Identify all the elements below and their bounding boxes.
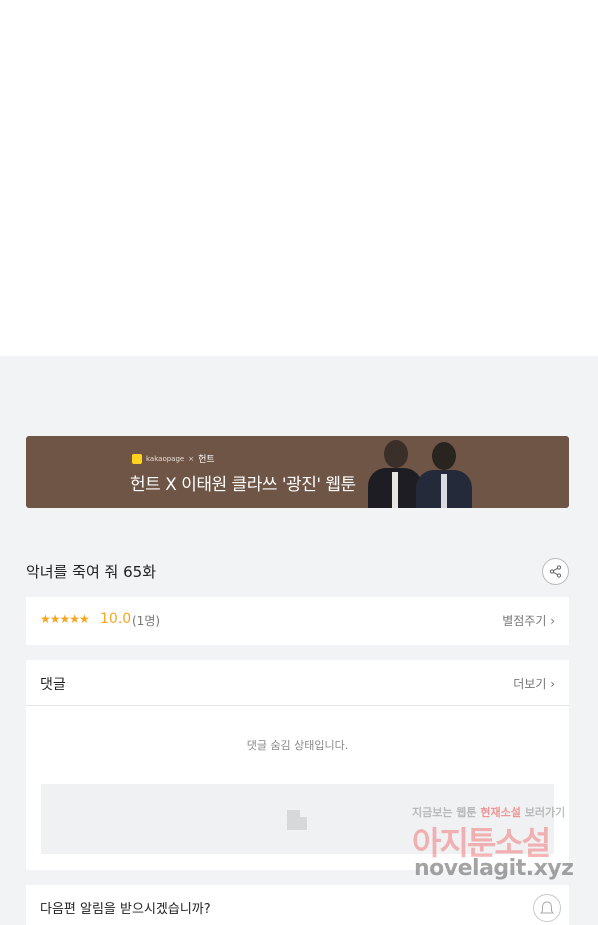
- banner-figures-image: [362, 436, 472, 508]
- comments-more-link[interactable]: 더보기 ›: [513, 675, 555, 692]
- banner-brand-name: kakaopage: [146, 454, 185, 463]
- episode-title: 악녀를 죽여 줘 65화: [26, 563, 156, 581]
- rating-card: ★★★★★ 10.0 (1명) 별점주기 ›: [26, 597, 569, 645]
- banner-brand-separator: ×: [188, 454, 195, 463]
- share-icon: [549, 565, 562, 578]
- image-placeholder-icon: [287, 810, 307, 830]
- comments-title: 댓글: [40, 677, 66, 693]
- alert-bell-button[interactable]: [533, 894, 561, 922]
- banner-brand-row: kakaopage × 헌트: [132, 452, 215, 465]
- content-area-top: [0, 0, 598, 356]
- share-button[interactable]: [542, 558, 569, 585]
- comments-hidden-message: 댓글 숨김 상태입니다.: [246, 739, 349, 752]
- rating-score: 10.0: [100, 611, 132, 627]
- next-episode-alert-card: 다음편 알림을 받으시겠습니까?: [26, 885, 569, 925]
- rating-stars: ★★★★★: [40, 612, 90, 626]
- comment-placeholder: [41, 784, 554, 854]
- kakaopage-logo-icon: [132, 453, 142, 464]
- rating-count: (1명): [132, 614, 161, 628]
- promo-banner[interactable]: kakaopage × 헌트 헌트 X 이태원 클라쓰 '광진' 웹툰: [26, 436, 569, 508]
- comments-header: 댓글 더보기 ›: [26, 660, 569, 706]
- next-episode-alert-text: 다음편 알림을 받으시겠습니까?: [40, 902, 211, 917]
- rate-button[interactable]: 별점주기 ›: [502, 612, 555, 629]
- comments-card: 댓글 더보기 › 댓글 숨김 상태입니다.: [26, 660, 569, 870]
- bell-icon: [540, 901, 554, 914]
- banner-headline: 헌트 X 이태원 클라쓰 '광진' 웹툰: [130, 475, 356, 495]
- banner-partner-name: 헌트: [198, 455, 215, 465]
